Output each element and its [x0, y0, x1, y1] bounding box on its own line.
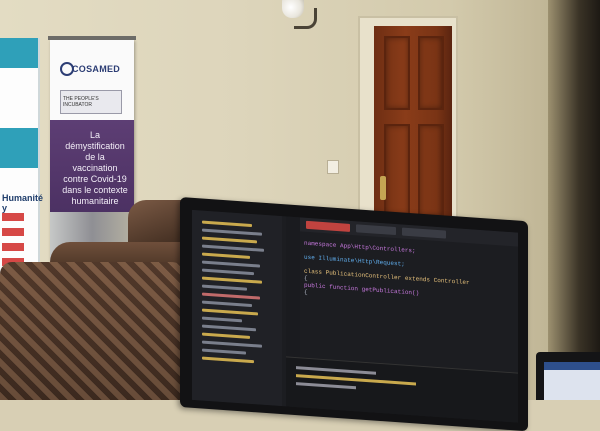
- explorer-item: [202, 220, 252, 228]
- incubator-logo-text: THE PEOPLE'S INCUBATOR: [63, 96, 99, 108]
- side-banner-teal-block: [0, 128, 38, 168]
- editor-file-explorer: [192, 209, 282, 407]
- door-panel: [384, 124, 410, 218]
- explorer-item: [202, 332, 250, 339]
- explorer-item: [202, 308, 258, 316]
- cosamed-banner: COSAMED THE PEOPLE'S INCUBATOR La démyst…: [48, 36, 136, 262]
- explorer-item: [202, 252, 250, 259]
- code-line: namespace App\Http\Controllers;: [304, 239, 416, 255]
- side-banner-header: [0, 38, 38, 68]
- terminal-line: [296, 382, 356, 390]
- door-panel: [418, 36, 444, 110]
- side-banner-text: Humanité y: [2, 193, 44, 213]
- editor-tab: [402, 227, 446, 239]
- wall-lamp: [280, 0, 320, 30]
- explorer-item: [202, 284, 247, 291]
- sofa: [0, 262, 200, 400]
- doorway-shadow: [548, 0, 600, 400]
- side-banner-row: [2, 243, 24, 251]
- explorer-item: [202, 340, 262, 348]
- explorer-item: [202, 268, 254, 276]
- monitor-screen: namespace App\Http\Controllers; use Illu…: [192, 209, 518, 423]
- incubator-logo: THE PEOPLE'S INCUBATOR: [60, 90, 122, 114]
- code-line: public function getPublication(): [304, 281, 420, 297]
- wall-outlet: [327, 160, 339, 174]
- explorer-item: [202, 236, 257, 244]
- terminal-line: [296, 366, 376, 375]
- computer-monitor: namespace App\Http\Controllers; use Illu…: [180, 197, 528, 431]
- explorer-item: [202, 244, 264, 252]
- explorer-item: [202, 292, 260, 300]
- code-line: {: [304, 288, 308, 296]
- code-editor: namespace App\Http\Controllers; use Illu…: [304, 238, 514, 373]
- editor-tab: [306, 220, 350, 232]
- explorer-item: [202, 324, 256, 332]
- explorer-item: [202, 348, 246, 355]
- door-panel: [384, 36, 410, 110]
- photo-scene: Humanité y COSAMED THE PEOPLE'S INCUBATO…: [0, 0, 600, 431]
- explorer-item: [202, 300, 252, 308]
- side-banner-row: [2, 213, 24, 221]
- explorer-item: [202, 316, 242, 323]
- laptop-screen-header: [544, 362, 600, 370]
- lamp-bracket: [294, 8, 317, 29]
- wooden-door: [374, 26, 452, 234]
- door-handle: [380, 176, 386, 200]
- explorer-item: [202, 276, 262, 284]
- banner-message: La démystification de la vaccination con…: [62, 130, 128, 206]
- editor-tab: [356, 224, 396, 236]
- banner-message-block: La démystification de la vaccination con…: [50, 120, 134, 212]
- side-banner-row: [2, 228, 24, 236]
- banner-header: COSAMED THE PEOPLE'S INCUBATOR: [50, 40, 134, 120]
- banner-org-name: COSAMED: [72, 64, 121, 74]
- laptop: [536, 352, 600, 400]
- explorer-item: [202, 228, 262, 236]
- explorer-item: [202, 356, 254, 364]
- side-banner: Humanité y: [0, 38, 44, 278]
- explorer-item: [202, 260, 260, 268]
- code-line: use Illuminate\Http\Request;: [304, 253, 405, 268]
- door-panel: [418, 124, 444, 218]
